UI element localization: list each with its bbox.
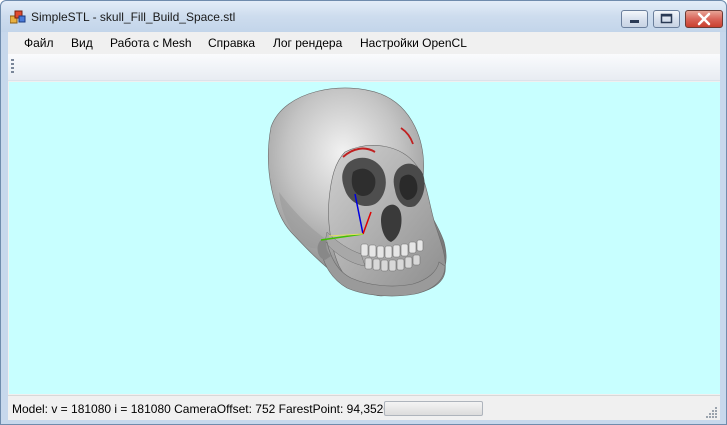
toolbar: [8, 54, 720, 81]
progress-bar: [384, 401, 483, 416]
toolbar-grip[interactable]: [11, 59, 14, 75]
client-area: Файл Вид Работа с Mesh Справка Лог ренде…: [8, 32, 720, 420]
status-label: Model: v = 181080 i = 181080 CameraOffse…: [12, 402, 397, 416]
skull-model: [268, 87, 447, 297]
window-title: SimpleSTL - skull_Fill_Build_Space.stl: [31, 10, 236, 24]
menu-file[interactable]: Файл: [24, 36, 54, 50]
app-icon: [10, 10, 26, 24]
minimize-button[interactable]: [621, 10, 648, 28]
maximize-button[interactable]: [653, 10, 680, 28]
status-bar: Model: v = 181080 i = 181080 CameraOffse…: [8, 395, 720, 420]
menu-mesh[interactable]: Работа с Mesh: [110, 36, 192, 50]
menu-bar: Файл Вид Работа с Mesh Справка Лог ренде…: [8, 32, 720, 54]
menu-view[interactable]: Вид: [71, 36, 93, 50]
close-icon: [697, 12, 711, 26]
close-button[interactable]: [685, 10, 723, 28]
app-window: SimpleSTL - skull_Fill_Build_Space.stl Ф…: [0, 0, 727, 425]
menu-opencl-settings[interactable]: Настройки OpenCL: [360, 36, 467, 50]
resize-grip-icon[interactable]: [706, 406, 718, 418]
minimize-icon: [630, 20, 639, 23]
title-bar[interactable]: SimpleSTL - skull_Fill_Build_Space.stl: [1, 1, 726, 32]
menu-help[interactable]: Справка: [208, 36, 255, 50]
render-viewport[interactable]: [9, 82, 720, 394]
menu-render-log[interactable]: Лог рендера: [273, 36, 342, 50]
maximize-icon: [660, 13, 673, 24]
